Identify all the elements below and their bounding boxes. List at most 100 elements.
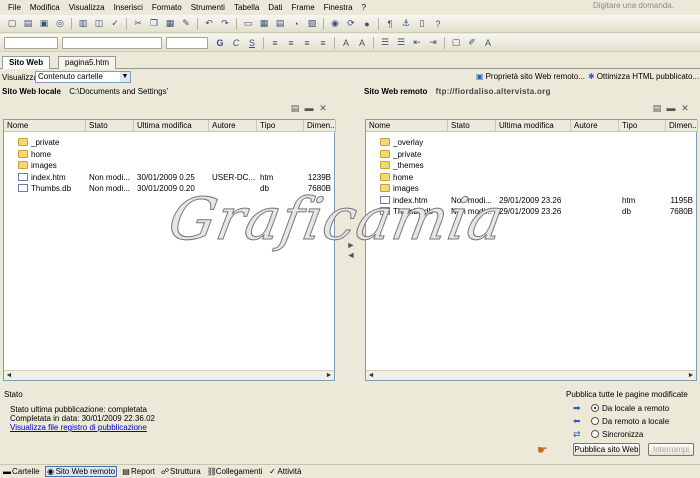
horizontal-scrollbar[interactable]: ◄ ►	[4, 370, 334, 380]
insert-layer-icon[interactable]: ▤	[274, 18, 286, 30]
code-icon[interactable]: ▯	[416, 18, 428, 30]
menu-item-inserisci[interactable]: Inserisci	[114, 3, 143, 12]
underline-icon[interactable]: S	[246, 37, 258, 49]
web-component-icon[interactable]: ▭	[242, 18, 254, 30]
preview-icon[interactable]: ◫	[93, 18, 105, 30]
menu-item-strumenti[interactable]: Strumenti	[191, 3, 225, 12]
borders-icon[interactable]: ▢	[450, 37, 462, 49]
column-header[interactable]: Autore	[209, 120, 257, 132]
column-header[interactable]: Tipo	[257, 120, 304, 132]
copy-icon[interactable]: ❐	[148, 18, 160, 30]
folder-row[interactable]: _private	[4, 137, 334, 148]
delete-icon[interactable]: ✕	[318, 103, 328, 113]
new-folder-icon[interactable]: ▬	[304, 103, 314, 113]
menu-item-finestra[interactable]: Finestra	[324, 3, 353, 12]
help-search-input[interactable]: Digitare una domanda.	[593, 1, 696, 12]
publish-log-link[interactable]: Visualizza file registro di pubblicazion…	[10, 423, 147, 432]
redo-icon[interactable]: ↷	[219, 18, 231, 30]
open-icon[interactable]: ▤	[22, 18, 34, 30]
publish-site-button[interactable]: Pubblica sito Web	[573, 443, 640, 456]
scroll-right-icon[interactable]: ►	[324, 371, 334, 381]
shrink-font-icon[interactable]: A	[356, 37, 368, 49]
tab-sito-web[interactable]: Sito Web	[2, 56, 51, 70]
print-icon[interactable]: ▥	[77, 18, 89, 30]
column-header[interactable]: Stato	[86, 120, 134, 132]
style-select[interactable]	[4, 36, 58, 49]
option-remote-to-local[interactable]: ⬅ Da remoto a locale	[573, 415, 669, 427]
format-painter-icon[interactable]: ✎	[180, 18, 192, 30]
align-right-icon[interactable]: ≡	[301, 37, 313, 49]
folder-row[interactable]: _overlay	[366, 137, 696, 148]
delete-icon[interactable]: ✕	[680, 103, 690, 113]
insert-picture-icon[interactable]: ▨	[306, 18, 318, 30]
paste-icon[interactable]: ▦	[164, 18, 176, 30]
scroll-left-icon[interactable]: ◄	[366, 371, 376, 381]
new-folder-icon[interactable]: ▬	[666, 103, 676, 113]
column-header[interactable]: Nome	[4, 120, 86, 132]
justify-icon[interactable]: ≡	[317, 37, 329, 49]
horizontal-scrollbar[interactable]: ◄ ►	[366, 370, 696, 380]
column-header[interactable]: Autore	[571, 120, 619, 132]
numbering-icon[interactable]: ☰	[379, 37, 391, 49]
scroll-right-icon[interactable]: ►	[686, 371, 696, 381]
new-page-icon[interactable]: ▤	[290, 103, 300, 113]
menu-item-visualizza[interactable]: Visualizza	[69, 3, 105, 12]
align-center-icon[interactable]: ≡	[285, 37, 297, 49]
bullets-icon[interactable]: ☰	[395, 37, 407, 49]
option-synchronize[interactable]: ⇄ Sincronizza	[573, 428, 669, 440]
folder-row[interactable]: images	[4, 160, 334, 171]
remote-properties-button[interactable]: ▣ Proprietà sito Web remoto...	[476, 72, 585, 81]
bold-icon[interactable]: G	[214, 37, 226, 49]
font-select[interactable]	[62, 36, 162, 49]
decrease-indent-icon[interactable]: ⇤	[411, 37, 423, 49]
folder-row[interactable]: home	[366, 172, 696, 183]
column-header[interactable]: Ultima modifica	[496, 120, 571, 132]
undo-icon[interactable]: ↶	[203, 18, 215, 30]
column-header[interactable]: Stato	[448, 120, 496, 132]
scroll-left-icon[interactable]: ◄	[4, 371, 14, 381]
menu-item-dati[interactable]: Dati	[268, 3, 282, 12]
radio-local-to-remote[interactable]	[591, 404, 599, 412]
italic-icon[interactable]: C	[230, 37, 242, 49]
font-size-select[interactable]	[166, 36, 208, 49]
file-row[interactable]: index.htm Non modi... 30/01/2009 0.25 USER-…	[4, 172, 334, 183]
menu-item-help[interactable]: ?	[362, 3, 366, 12]
save-icon[interactable]: ▣	[38, 18, 50, 30]
highlight-icon[interactable]: ✐	[466, 37, 478, 49]
menu-item-file[interactable]: File	[8, 3, 21, 12]
tab-pagina5[interactable]: pagina5.htm	[58, 56, 117, 69]
view-attivit-[interactable]: ✓ Attività	[267, 467, 302, 476]
help-icon[interactable]: ?	[432, 18, 444, 30]
view-struttura[interactable]: ☍ Struttura	[160, 467, 202, 476]
menu-item-tabella[interactable]: Tabella	[234, 3, 259, 12]
optimize-html-button[interactable]: ✱ Ottimizza HTML pubblicato...	[588, 72, 699, 81]
column-header[interactable]: Dimen...	[304, 120, 336, 132]
column-header[interactable]: Nome	[366, 120, 448, 132]
refresh-icon[interactable]: ⟳	[345, 18, 357, 30]
stop-icon[interactable]: ●	[361, 18, 373, 30]
drawing-icon[interactable]: ◔	[290, 18, 302, 30]
insert-table-icon[interactable]: ▦	[258, 18, 270, 30]
spell-check-icon[interactable]: ✓	[109, 18, 121, 30]
view-cartelle[interactable]: ▬ Cartelle	[2, 467, 41, 476]
align-left-icon[interactable]: ≡	[269, 37, 281, 49]
folder-row[interactable]: _private	[366, 149, 696, 160]
view-sito-web-remoto[interactable]: ◉ Sito Web remoto	[44, 466, 118, 477]
stop-button[interactable]: Interrompi	[648, 443, 694, 456]
menu-item-modifica[interactable]: Modifica	[30, 3, 60, 12]
anchor-icon[interactable]: ⚓	[400, 18, 412, 30]
folder-row[interactable]: home	[4, 149, 334, 160]
column-header[interactable]: Ultima modifica	[134, 120, 209, 132]
show-all-icon[interactable]: ¶	[384, 18, 396, 30]
column-header[interactable]: Tipo	[619, 120, 666, 132]
column-header[interactable]: Dimen...	[666, 120, 698, 132]
option-local-to-remote[interactable]: ➡ Da locale a remoto	[573, 402, 669, 414]
cut-icon[interactable]: ✂	[132, 18, 144, 30]
search-icon[interactable]: ◎	[54, 18, 66, 30]
radio-remote-to-local[interactable]	[591, 417, 599, 425]
menu-item-formato[interactable]: Formato	[152, 3, 182, 12]
view-report[interactable]: ▤ Report	[121, 467, 156, 476]
hyperlink-icon[interactable]: ◉	[329, 18, 341, 30]
new-icon[interactable]: ▢	[6, 18, 18, 30]
new-page-icon[interactable]: ▤	[652, 103, 662, 113]
